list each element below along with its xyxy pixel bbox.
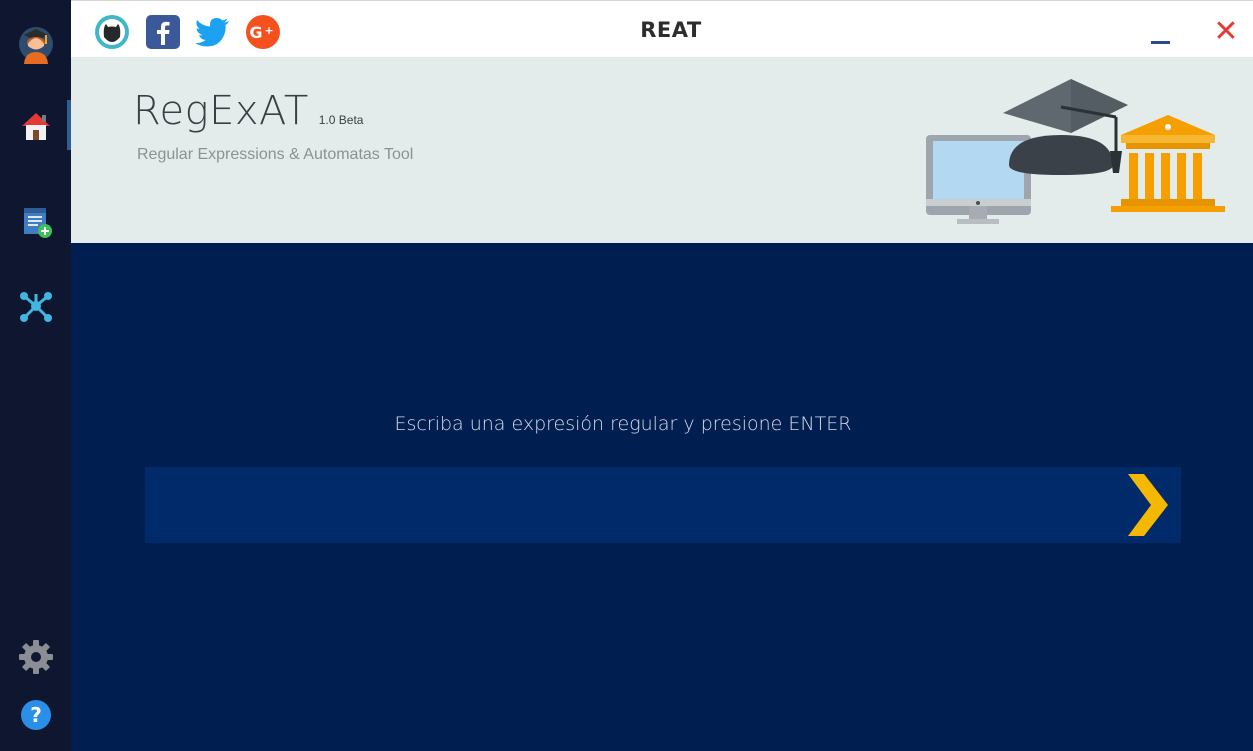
sidebar-item-home[interactable]: [0, 98, 71, 154]
chevron-right-icon: [1127, 474, 1168, 536]
app-name: RegExAT: [133, 88, 309, 134]
sidebar-item-settings[interactable]: [0, 629, 71, 685]
github-icon: [95, 15, 129, 49]
home-icon: [21, 113, 50, 140]
google-plus-icon: G +: [246, 15, 280, 49]
sidebar-item-automata[interactable]: [0, 278, 71, 334]
svg-text:+: +: [264, 24, 273, 37]
add-document-icon: [23, 208, 52, 238]
gear-icon: [18, 640, 53, 674]
brand: RegExAT 1.0 Beta: [133, 88, 363, 134]
close-icon: ✕: [1213, 14, 1239, 49]
app-version: 1.0 Beta: [318, 113, 364, 127]
graph-network-icon: [19, 292, 52, 322]
window-title: REAT: [640, 18, 702, 42]
header-banner: RegExAT 1.0 Beta Regular Expressions & A…: [71, 57, 1253, 243]
sidebar-item-help[interactable]: ?: [0, 687, 71, 743]
education-illustration: [926, 79, 1225, 224]
svg-text:?: ?: [30, 703, 42, 727]
facebook-icon: [146, 15, 180, 49]
twitter-button[interactable]: [193, 13, 231, 51]
sidebar-item-new-document[interactable]: [0, 193, 71, 249]
main-panel: Escriba una expresión regular y presione…: [71, 243, 1253, 751]
github-button[interactable]: [93, 13, 131, 51]
input-prompt: Escriba una expresión regular y presione…: [394, 413, 852, 435]
user-avatar-icon: [18, 27, 53, 64]
app-subtitle: Regular Expressions & Automatas Tool: [137, 146, 414, 163]
submit-button[interactable]: [1110, 467, 1181, 543]
help-icon: ?: [20, 700, 51, 730]
svg-text:G: G: [249, 23, 262, 42]
regex-input[interactable]: [145, 467, 1181, 543]
sidebar-item-profile[interactable]: [0, 16, 71, 72]
app-window: ? G + REAT ✕ RegExAT 1.0 Beta Regular Ex…: [0, 0, 1253, 751]
title-bar: G + REAT ✕: [71, 0, 1253, 57]
sidebar: ?: [0, 0, 71, 751]
google-plus-button[interactable]: G +: [244, 13, 282, 51]
facebook-button[interactable]: [144, 13, 182, 51]
close-button[interactable]: ✕: [1211, 15, 1241, 49]
twitter-icon: [195, 18, 229, 47]
minimize-button[interactable]: [1140, 19, 1170, 45]
